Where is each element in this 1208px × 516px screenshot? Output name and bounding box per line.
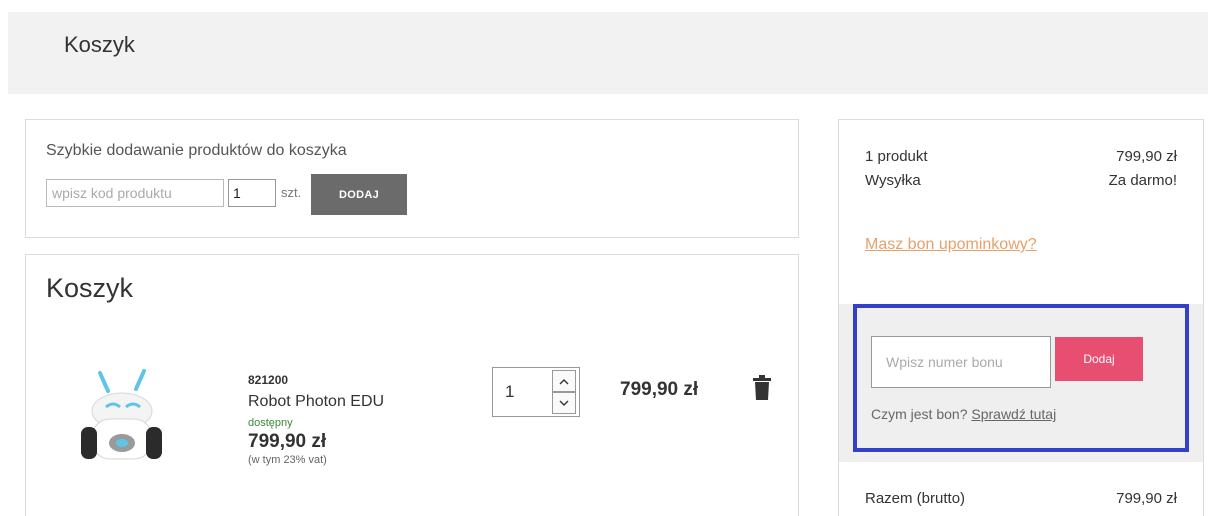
order-summary-panel: 1 produkt 799,90 zł Wysyłka Za darmo! Ma…: [838, 119, 1204, 516]
voucher-code-input[interactable]: [871, 336, 1051, 388]
page-title: Koszyk: [64, 32, 135, 57]
chevron-up-icon: [559, 378, 569, 384]
chevron-down-icon: [559, 400, 569, 406]
product-code-input[interactable]: [46, 179, 224, 207]
shipping-label: Wysyłka: [865, 172, 921, 189]
voucher-question-text: Czym jest bon?: [871, 406, 968, 422]
quantity-value[interactable]: 1: [505, 382, 514, 402]
products-subtotal: 799,90 zł: [1116, 148, 1177, 165]
quick-add-quantity-input[interactable]: [228, 179, 276, 207]
product-name-link[interactable]: Robot Photon EDU: [248, 393, 384, 411]
cart-title: Koszyk: [46, 273, 134, 303]
quantity-increase-button[interactable]: [552, 370, 576, 392]
unit-label: szt.: [281, 185, 302, 200]
total-label: Razem (brutto): [865, 490, 966, 507]
page-header: Koszyk: [8, 12, 1208, 94]
voucher-info-link[interactable]: Sprawdź tutaj: [971, 406, 1056, 422]
product-unit-price: 799,90 zł: [248, 431, 327, 452]
voucher-add-button[interactable]: Dodaj: [1055, 337, 1143, 381]
quantity-stepper: 1: [492, 367, 580, 417]
availability-status: dostępny: [248, 417, 293, 429]
vat-note: (w tym 23% vat): [248, 454, 327, 466]
line-total-price: 799,90 zł: [620, 379, 699, 400]
total-value: 799,90 zł: [1116, 490, 1177, 507]
product-sku: 821200: [248, 373, 289, 387]
quick-add-button[interactable]: DODAJ: [311, 174, 407, 215]
shipping-value: Za darmo!: [1108, 172, 1177, 189]
quantity-decrease-button[interactable]: [552, 392, 576, 414]
robot-product-image[interactable]: [66, 367, 176, 475]
cart-panel: Koszyk 821200 Robot Photon EDU dostępny …: [25, 254, 799, 516]
products-count-label: 1 produkt: [865, 148, 928, 165]
gift-voucher-link[interactable]: Masz bon upominkowy?: [865, 236, 1037, 254]
voucher-panel: Dodaj Czym jest bon? Sprawdź tutaj: [839, 304, 1203, 462]
trash-icon[interactable]: [752, 375, 772, 401]
quick-add-title: Szybkie dodawanie produktów do koszyka: [46, 142, 347, 159]
voucher-info: Czym jest bon? Sprawdź tutaj: [871, 406, 1056, 422]
quick-add-panel: Szybkie dodawanie produktów do koszyka s…: [25, 119, 799, 238]
